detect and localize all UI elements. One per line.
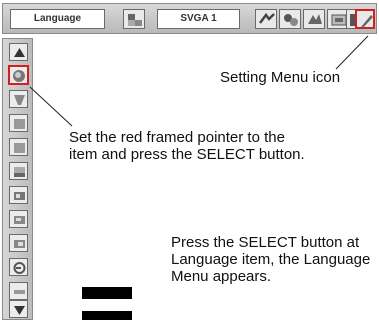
pointer-instruction-caption: Set the red framed pointer to the item a…	[69, 129, 305, 163]
language-instruction-caption: Press the SELECT button at Language item…	[171, 234, 371, 285]
setting-menu-icon-caption: Setting Menu icon	[220, 69, 341, 86]
